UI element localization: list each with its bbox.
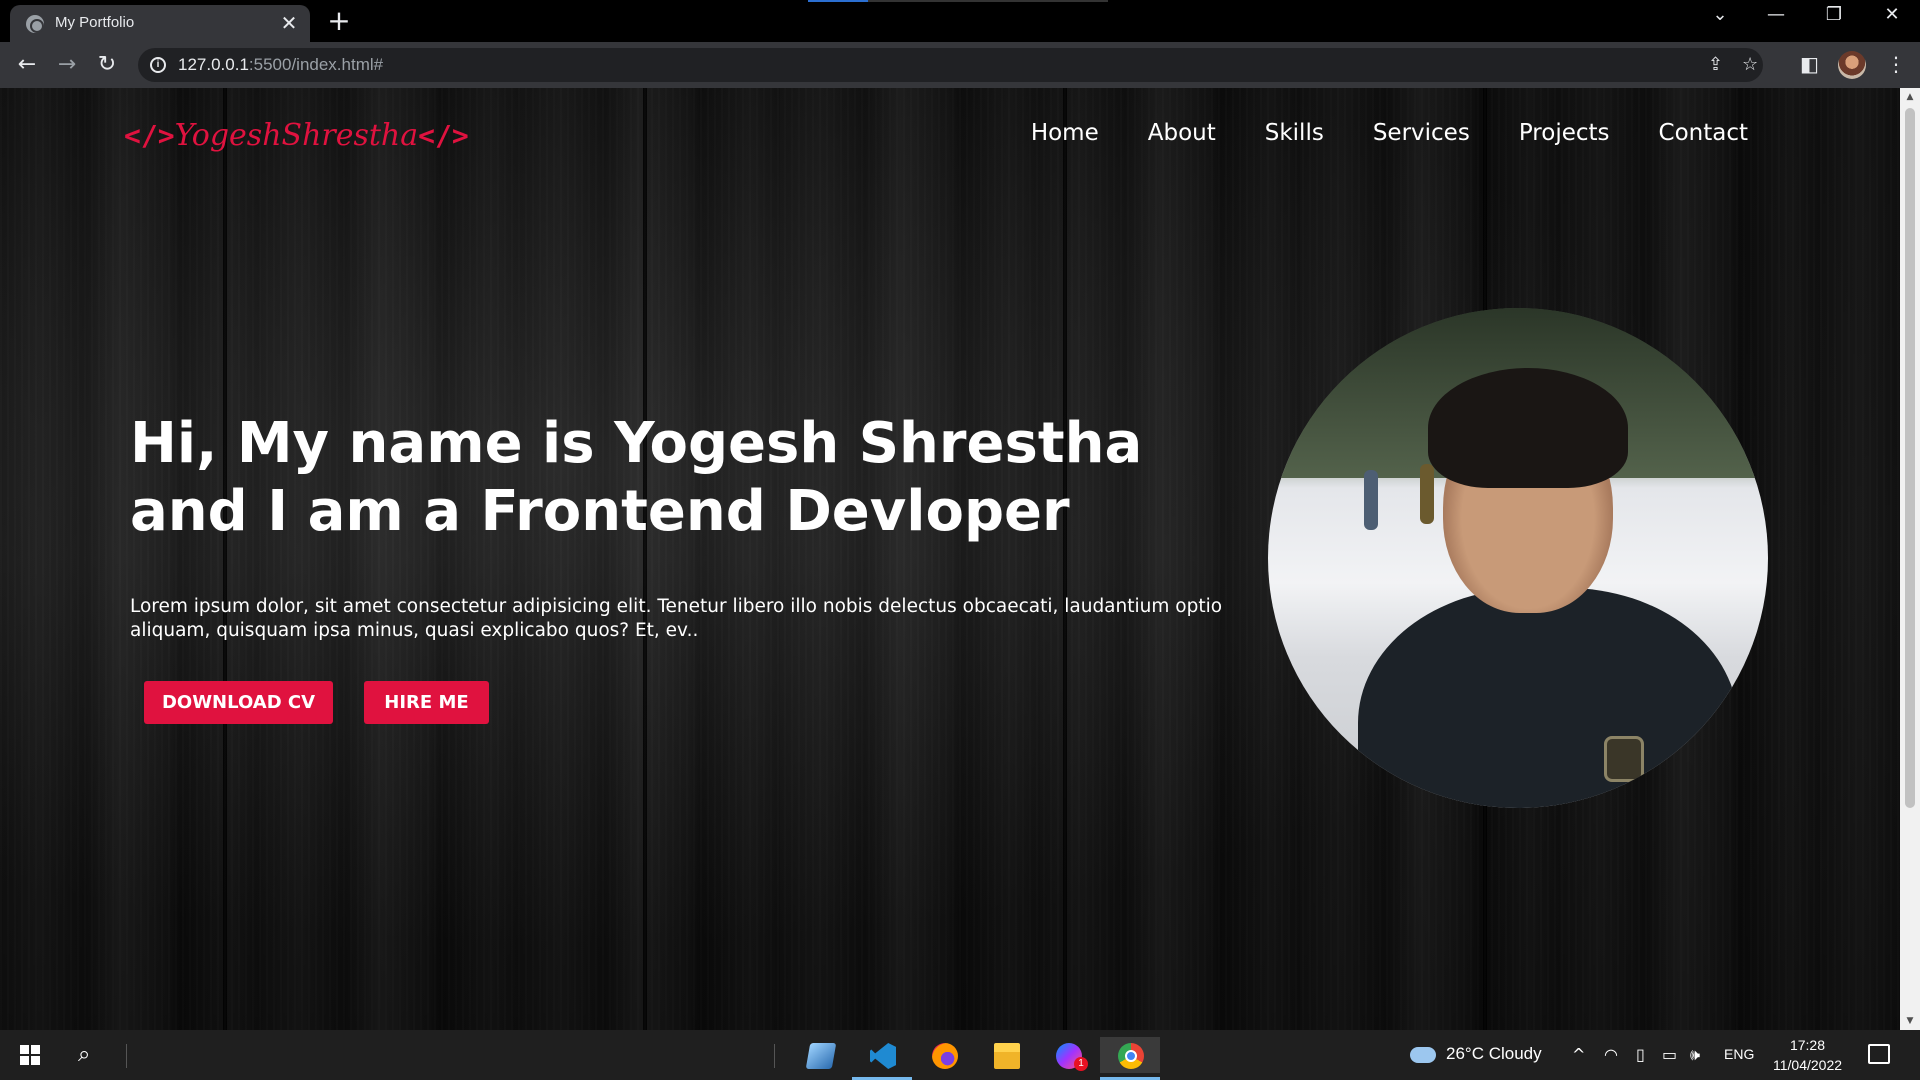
taskbar-clock[interactable]: 17:28 11/04/2022 <box>1765 1035 1850 1075</box>
browser-tab-active[interactable]: My Portfolio ✕ <box>10 5 310 42</box>
photo-background-person <box>1420 464 1434 524</box>
new-tab-button[interactable]: + <box>324 4 354 37</box>
main-nav: Home About Skills Services Projects Cont… <box>982 120 1748 146</box>
back-button[interactable]: ← <box>12 50 42 80</box>
bookmark-star-icon[interactable]: ☆ <box>1742 54 1758 75</box>
share-icon[interactable]: ⇪ <box>1708 54 1723 75</box>
url-text[interactable]: 127.0.0.1:5500/index.html# <box>178 55 383 75</box>
scroll-up-arrow-icon[interactable]: ▲ <box>1900 88 1920 106</box>
firefox-icon[interactable] <box>914 1037 974 1073</box>
notification-badge: 1 <box>1074 1057 1088 1071</box>
reload-button[interactable]: ↻ <box>92 50 122 80</box>
site-logo[interactable]: </>YogeshShrestha</> <box>124 118 469 153</box>
taskbar-divider <box>126 1044 127 1068</box>
file-explorer-icon[interactable] <box>976 1037 1036 1073</box>
nav-services[interactable]: Services <box>1373 120 1470 146</box>
search-icon[interactable]: ⌕ <box>78 1042 90 1067</box>
notifications-icon[interactable] <box>1868 1044 1890 1064</box>
nav-projects[interactable]: Projects <box>1519 120 1610 146</box>
clock-date: 11/04/2022 <box>1772 1057 1843 1073</box>
restore-button[interactable]: ❐ <box>1814 4 1854 25</box>
taskbar-divider <box>774 1044 775 1068</box>
tray-chevron-icon[interactable]: ^ <box>1572 1045 1585 1064</box>
clock-time: 17:28 <box>1789 1037 1826 1053</box>
weather-widget[interactable]: 26°C Cloudy <box>1410 1044 1542 1064</box>
hero-title: Hi, My name is Yogesh Shrestha and I am … <box>130 410 1142 546</box>
language-indicator[interactable]: ENG <box>1724 1046 1754 1062</box>
minimize-button[interactable]: — <box>1756 4 1796 25</box>
chrome-icon[interactable] <box>1100 1037 1160 1080</box>
globe-icon <box>26 15 44 33</box>
address-bar[interactable]: i 127.0.0.1:5500/index.html# ⇪ ☆ <box>138 48 1763 82</box>
windows-taskbar: ⌕ 1 26°C Cloudy ^ ◠ ▯ ▭ 🕪 ENG 17:28 11/0… <box>0 1030 1920 1080</box>
scroll-down-arrow-icon[interactable]: ▼ <box>1900 1012 1920 1030</box>
nav-contact[interactable]: Contact <box>1659 120 1748 146</box>
photo-hair <box>1428 368 1628 488</box>
vscode-icon[interactable] <box>852 1037 912 1080</box>
scroll-thumb[interactable] <box>1905 108 1915 808</box>
browser-menu-icon[interactable]: ⋮ <box>1886 52 1906 76</box>
page-scrollbar[interactable]: ▲ ▼ <box>1900 88 1920 1030</box>
photo-jacket-badge <box>1604 736 1644 782</box>
nav-about[interactable]: About <box>1148 120 1216 146</box>
logo-text: YogeshShrestha <box>174 118 419 153</box>
volume-icon[interactable]: 🕪 <box>1690 1045 1700 1065</box>
side-panel-icon[interactable]: ◧ <box>1800 52 1819 76</box>
cloud-icon <box>1410 1046 1436 1063</box>
nav-home[interactable]: Home <box>1031 120 1099 146</box>
logo-code-icon: </> <box>124 119 175 152</box>
profile-photo <box>1268 308 1768 808</box>
close-window-button[interactable]: ✕ <box>1872 4 1912 25</box>
weather-text: 26°C Cloudy <box>1446 1044 1542 1063</box>
browser-tab-bar: My Portfolio ✕ + ⌄ — ❐ ✕ <box>0 0 1920 42</box>
tab-search-icon[interactable]: ⌄ <box>1700 4 1740 25</box>
battery-icon[interactable]: ▭ <box>1662 1045 1677 1064</box>
files-app-icon[interactable] <box>790 1037 850 1073</box>
hero-title-line-2: and I am a Frontend Devloper <box>130 479 1070 544</box>
tab-title: My Portfolio <box>55 14 135 31</box>
hire-me-button[interactable]: HIRE ME <box>364 681 489 724</box>
browser-toolbar: ← → ↻ i 127.0.0.1:5500/index.html# ⇪ ☆ ◧… <box>0 42 1920 88</box>
tab-close-icon[interactable]: ✕ <box>278 11 300 35</box>
site-info-icon[interactable]: i <box>150 57 166 73</box>
download-cv-button[interactable]: DOWNLOAD CV <box>144 681 333 724</box>
forward-button[interactable]: → <box>52 50 82 80</box>
hero-description: Lorem ipsum dolor, sit amet consectetur … <box>130 596 1223 641</box>
logo-code-icon-end: </> <box>418 119 469 152</box>
device-icon[interactable]: ▯ <box>1636 1045 1645 1064</box>
portfolio-page: </>YogeshShrestha</> Home About Skills S… <box>0 88 1900 1030</box>
nav-skills[interactable]: Skills <box>1265 120 1324 146</box>
photo-background-person <box>1364 470 1378 530</box>
windows-start-icon[interactable] <box>20 1045 40 1065</box>
photo-jacket <box>1358 588 1738 808</box>
messenger-icon[interactable]: 1 <box>1038 1037 1098 1073</box>
tab-strip-indicator <box>808 0 1108 2</box>
hero-title-line-1: Hi, My name is Yogesh Shrestha <box>130 411 1143 476</box>
wifi-icon[interactable]: ◠ <box>1604 1045 1618 1064</box>
profile-avatar[interactable] <box>1838 51 1866 79</box>
